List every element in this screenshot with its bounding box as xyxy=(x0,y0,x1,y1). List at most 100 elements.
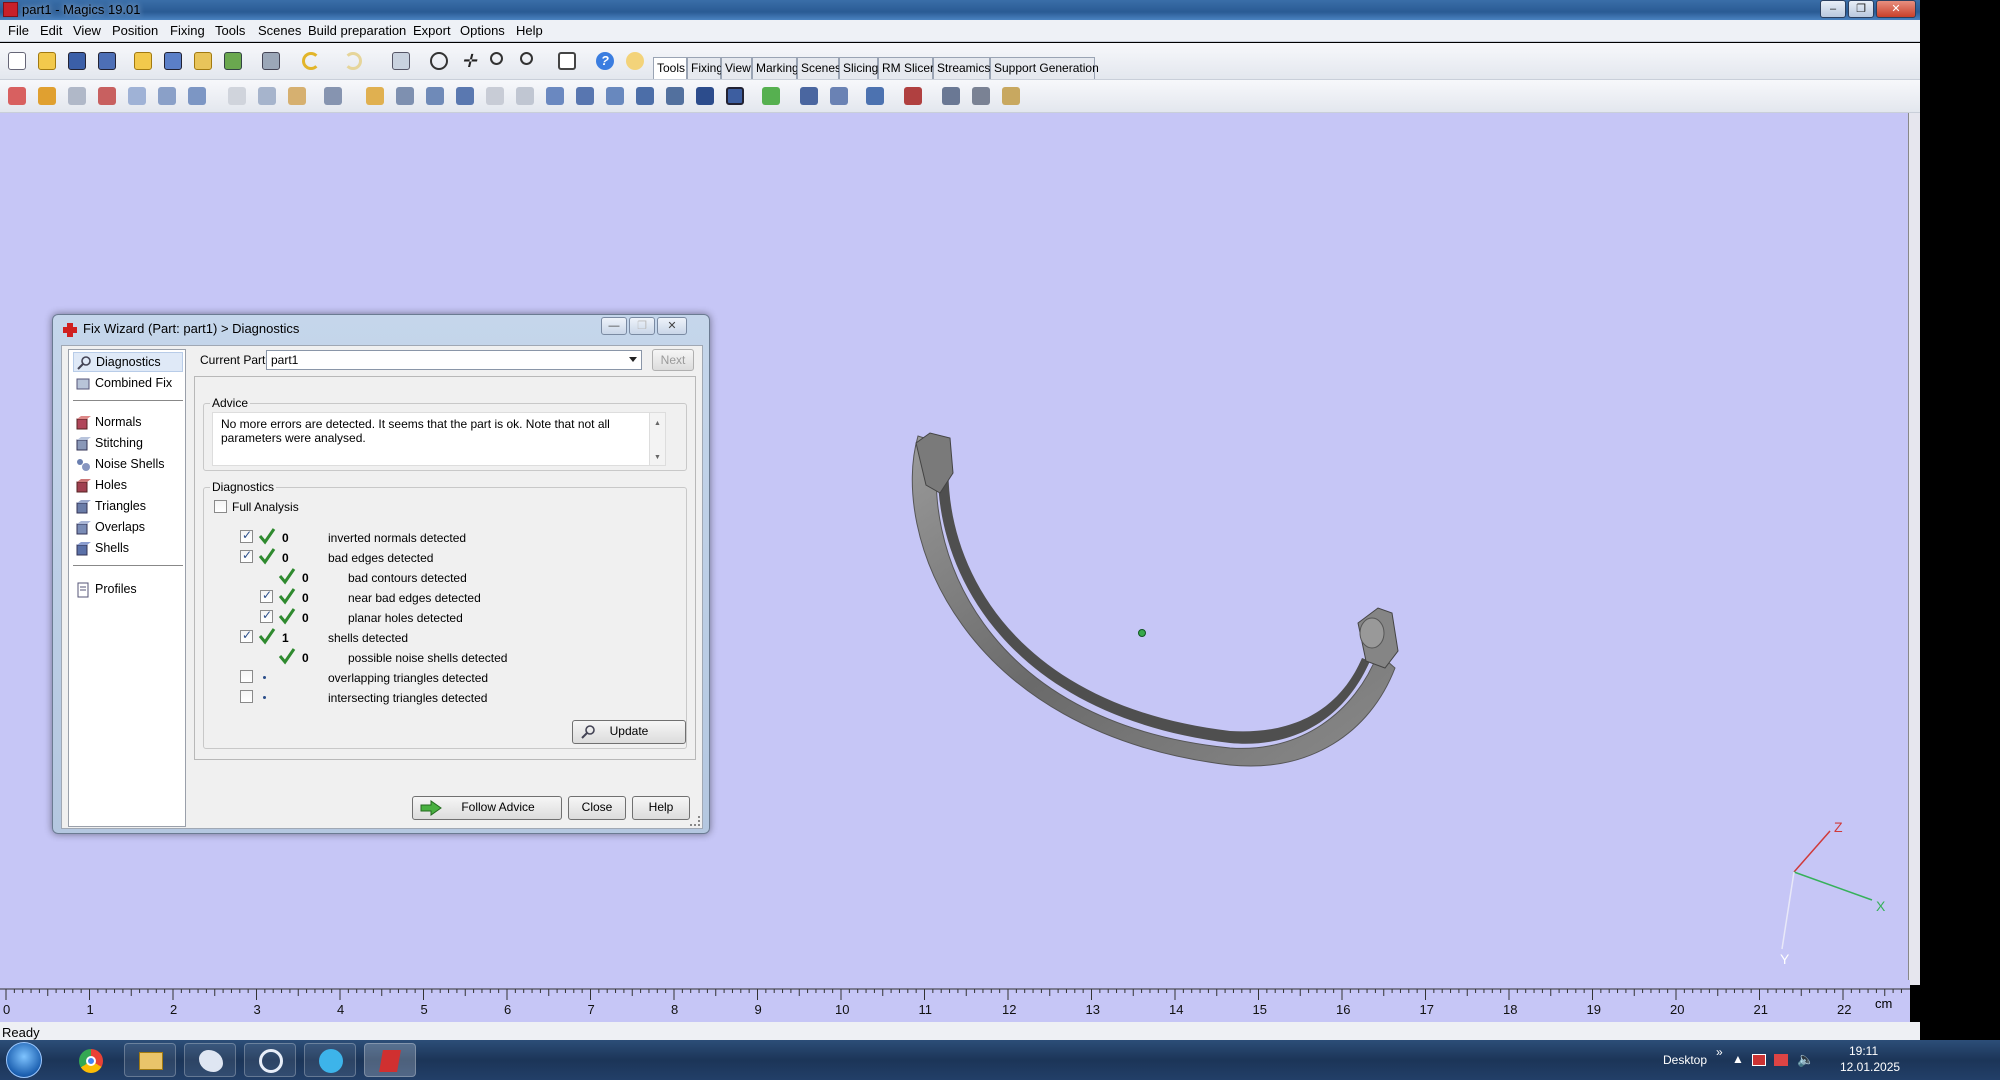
menu-help[interactable]: Help xyxy=(516,23,543,38)
volume-icon[interactable]: 🔈 xyxy=(1797,1051,1814,1068)
save-all-icon[interactable] xyxy=(94,48,120,74)
help-button[interactable]: Help xyxy=(632,796,690,820)
nav-noise-shells[interactable]: Noise Shells xyxy=(73,455,183,475)
follow-advice-button[interactable]: Follow Advice xyxy=(412,796,562,820)
labeling-icon[interactable] xyxy=(998,83,1024,109)
menu-file[interactable]: File xyxy=(8,23,29,38)
zoom-fit-icon[interactable] xyxy=(516,48,542,74)
magics-taskbar-icon[interactable] xyxy=(364,1043,416,1077)
settings-gear-icon[interactable] xyxy=(938,83,964,109)
rotate-part-icon[interactable] xyxy=(64,83,90,109)
zoom-icon[interactable] xyxy=(486,48,512,74)
dialog-close-button[interactable]: ✕ xyxy=(657,317,687,335)
paste-icon[interactable] xyxy=(284,83,310,109)
tab-fixing[interactable]: Fixing xyxy=(687,57,723,79)
unload-part-icon[interactable] xyxy=(220,48,246,74)
clock-date[interactable]: 12.01.2025 xyxy=(1840,1060,1900,1074)
tab-slicing[interactable]: Slicing xyxy=(839,57,878,79)
open-folder-icon[interactable] xyxy=(34,48,60,74)
paint-taskbar-icon[interactable] xyxy=(184,1043,236,1077)
whats-this-icon[interactable] xyxy=(622,48,648,74)
print-icon[interactable] xyxy=(258,48,284,74)
translate-icon[interactable] xyxy=(4,83,30,109)
clock-time[interactable]: 19:11 xyxy=(1849,1044,1878,1058)
collision-icon[interactable] xyxy=(900,83,926,109)
nav-normals[interactable]: Normals xyxy=(73,413,183,433)
explorer-taskbar-icon[interactable] xyxy=(124,1043,176,1077)
tab-tools[interactable]: Tools xyxy=(653,57,687,79)
app-taskbar-icon[interactable] xyxy=(304,1043,356,1077)
boolean-icon[interactable] xyxy=(512,83,538,109)
nav-overlaps[interactable]: Overlaps xyxy=(73,518,183,538)
menu-options[interactable]: Options xyxy=(460,23,505,38)
hatching-icon[interactable] xyxy=(968,83,994,109)
language-flag-icon[interactable] xyxy=(1752,1054,1766,1066)
shell-icon[interactable] xyxy=(692,83,718,109)
help-icon[interactable]: ? xyxy=(592,48,618,74)
part-list-icon[interactable] xyxy=(320,83,346,109)
current-part-dropdown[interactable]: part1 xyxy=(266,350,642,370)
load-scene-icon[interactable] xyxy=(190,48,216,74)
rotate-view-icon[interactable] xyxy=(426,48,452,74)
minimize-button[interactable]: – xyxy=(1820,0,1846,18)
section-icon[interactable] xyxy=(392,83,418,109)
near-bad-edges-checkbox[interactable] xyxy=(260,588,273,603)
box-icon[interactable] xyxy=(542,83,568,109)
menu-scenes[interactable]: Scenes xyxy=(258,23,301,38)
dialog-maximize-button[interactable]: ❐ xyxy=(629,317,655,335)
undo-icon[interactable] xyxy=(298,48,324,74)
close-button[interactable]: Close xyxy=(568,796,626,820)
resize-grip[interactable] xyxy=(690,816,700,826)
desktop-toolbar-label[interactable]: Desktop xyxy=(1663,1053,1707,1067)
start-button[interactable] xyxy=(6,1042,42,1078)
new-file-icon[interactable] xyxy=(4,48,30,74)
shells-checkbox[interactable] xyxy=(240,628,253,643)
scale-icon[interactable] xyxy=(124,83,150,109)
platform-icon[interactable] xyxy=(862,83,888,109)
maximize-button[interactable]: ❐ xyxy=(1848,0,1874,18)
rotate-axis-icon[interactable] xyxy=(94,83,120,109)
shaded-view-icon[interactable] xyxy=(722,83,748,109)
planar-holes-checkbox[interactable] xyxy=(260,608,273,623)
smooth-icon[interactable] xyxy=(632,83,658,109)
browser-taskbar-icon[interactable] xyxy=(244,1043,296,1077)
move-to-origin-icon[interactable] xyxy=(34,83,60,109)
offset-icon[interactable] xyxy=(482,83,508,109)
action-center-icon[interactable] xyxy=(1774,1054,1788,1066)
inverted-normals-checkbox[interactable] xyxy=(240,528,253,543)
mirror-icon[interactable] xyxy=(154,83,180,109)
hollow-icon[interactable] xyxy=(422,83,448,109)
save-icon[interactable] xyxy=(64,48,90,74)
nav-shells[interactable]: Shells xyxy=(73,539,183,559)
tab-marking[interactable]: Marking xyxy=(752,57,799,79)
nav-diagnostics[interactable]: Diagnostics xyxy=(73,352,183,372)
punch-icon[interactable] xyxy=(602,83,628,109)
chevron-right-icon[interactable]: » xyxy=(1716,1045,1723,1059)
menu-edit[interactable]: Edit xyxy=(40,23,62,38)
next-button[interactable]: Next xyxy=(652,349,694,371)
nesting-icon[interactable] xyxy=(796,83,822,109)
select-part-icon[interactable] xyxy=(388,48,414,74)
update-button[interactable]: Update xyxy=(572,720,686,744)
plane-cut-icon[interactable] xyxy=(572,83,598,109)
bad-edges-checkbox[interactable] xyxy=(240,548,253,563)
save-part-icon[interactable] xyxy=(160,48,186,74)
measure-icon[interactable] xyxy=(362,83,388,109)
import-part-icon[interactable] xyxy=(130,48,156,74)
tab-streamics[interactable]: Streamics xyxy=(933,57,990,79)
menu-tools[interactable]: Tools xyxy=(215,23,245,38)
tab-view[interactable]: View xyxy=(721,57,752,79)
nav-combined-fix[interactable]: Combined Fix xyxy=(73,374,183,394)
tab-rm-slicer[interactable]: RM Slicer xyxy=(878,57,934,79)
duplicate-icon[interactable] xyxy=(184,83,210,109)
nav-triangles[interactable]: Triangles xyxy=(73,497,183,517)
wrap-icon[interactable] xyxy=(662,83,688,109)
tray-expand-icon[interactable]: ▲ xyxy=(1732,1052,1744,1066)
menu-build-preparation[interactable]: Build preparation xyxy=(308,23,406,38)
cut-icon[interactable] xyxy=(224,83,250,109)
intersecting-triangles-checkbox[interactable] xyxy=(240,690,253,703)
extrude-icon[interactable] xyxy=(452,83,478,109)
menu-fixing[interactable]: Fixing xyxy=(170,23,205,38)
advice-scrollbar[interactable]: ▲ ▼ xyxy=(649,413,665,465)
fix-wizard-icon[interactable] xyxy=(554,48,580,74)
